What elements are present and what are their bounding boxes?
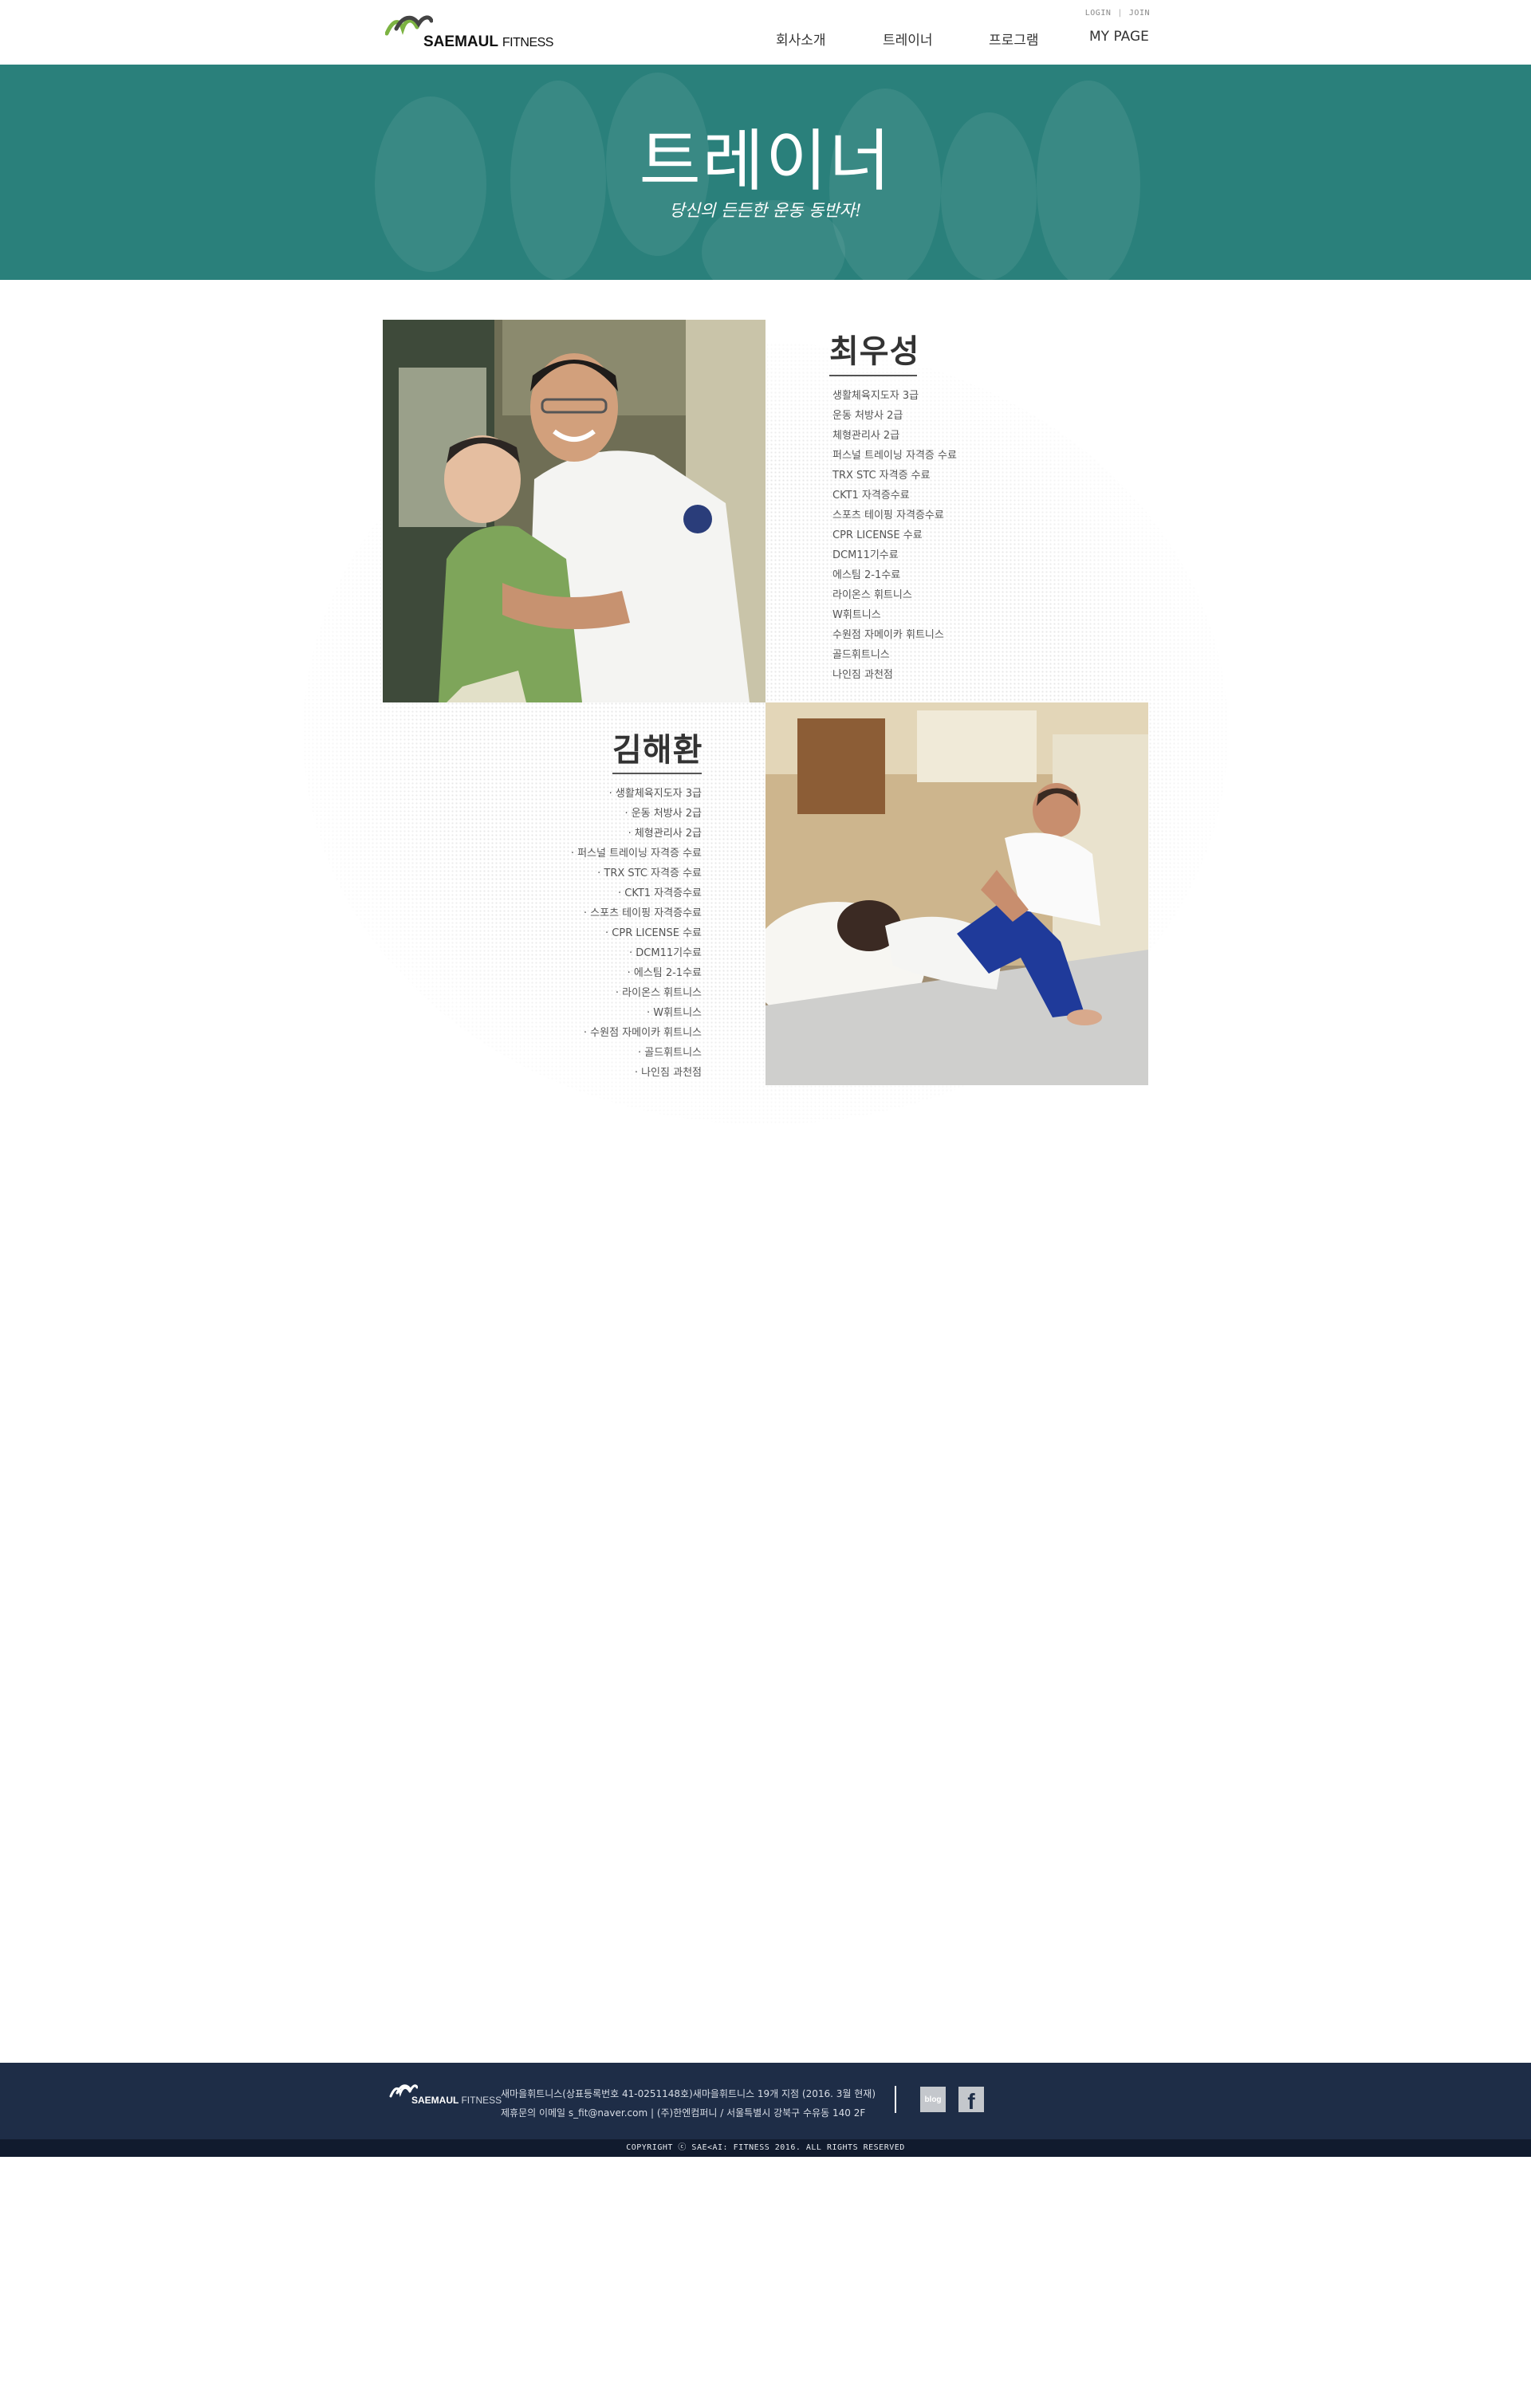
cert-item: · 스포츠 테이핑 자격증수료 xyxy=(583,907,702,919)
cert-item: · CKT1 자격증수료 xyxy=(617,887,702,899)
hero-banner: 트레이너 당신의 든든한 운동 동반자! xyxy=(0,65,1531,280)
cert-item: · 퍼스널 트레이닝 자격증 수료 xyxy=(570,848,702,860)
trainer-cert-list: 생활체육지도자 3급 운동 처방사 2급 체형관리사 2급 퍼스널 트레이닝 자… xyxy=(832,386,957,685)
cert-item: CPR LICENSE 수료 xyxy=(832,529,923,541)
cert-item: · 에스팀 2-1수료 xyxy=(627,967,702,979)
trainer-name: 김해환 xyxy=(612,732,703,769)
cert-item: · 골드휘트니스 xyxy=(637,1047,702,1059)
cert-item: 에스팀 2-1수료 xyxy=(832,569,901,581)
cert-item: · 나인짐 과천점 xyxy=(634,1067,702,1079)
cert-item: · 체형관리사 2급 xyxy=(628,828,702,840)
cert-item: 체형관리사 2급 xyxy=(832,430,900,442)
footer-info-line: 제휴문의 이메일 s_fit@naver.com | (주)한엔컴퍼니 / 서울… xyxy=(501,2107,866,2119)
cert-item: · CPR LICENSE 수료 xyxy=(605,927,702,939)
footer-info: 새마을휘트니스(상표등록번호 41-0251148호)새마을휘트니스 19개 지… xyxy=(501,2084,876,2123)
trainer-photo-choi xyxy=(383,320,766,702)
nav-item-trainer[interactable]: 트레이너 xyxy=(883,29,933,49)
footer-logo-suffix: FITNESS xyxy=(461,2095,502,2106)
cert-item: 퍼스널 트레이닝 자격증 수료 xyxy=(832,450,957,462)
trainer-name: 최우성 xyxy=(829,333,920,370)
cert-item: · 라이온스 휘트니스 xyxy=(615,987,702,999)
utility-links: LOGIN | JOIN xyxy=(1085,9,1150,18)
cert-item: · DCM11기수료 xyxy=(629,947,702,959)
page-title: 트레이너 xyxy=(639,122,892,200)
cert-item: 운동 처방사 2급 xyxy=(832,410,903,422)
main-nav: 회사소개 트레이너 프로그램 MY PAGE xyxy=(0,29,1531,49)
facebook-icon[interactable]: f xyxy=(958,2087,984,2114)
cert-item: · 생활체육지도자 3급 xyxy=(608,788,702,800)
util-separator: | xyxy=(1117,9,1123,18)
cert-item: DCM11기수료 xyxy=(832,549,899,561)
trainer-name-underline xyxy=(829,375,917,376)
cert-item: 라이온스 휘트니스 xyxy=(832,589,912,601)
trainer-name-underline xyxy=(612,773,702,774)
footer-logo[interactable]: SAEMAUL FITNESS xyxy=(389,2082,502,2106)
footer-divider xyxy=(895,2086,896,2113)
cert-item: CKT1 자격증수료 xyxy=(832,490,910,502)
nav-item-mypage[interactable]: MY PAGE xyxy=(1089,29,1149,45)
footer-logo-brand: SAEMAUL xyxy=(411,2095,459,2106)
site-footer: SAEMAUL FITNESS 새마을휘트니스(상표등록번호 41-025114… xyxy=(0,2063,1531,2139)
copyright: COPYRIGHT ⓒ SAE<AI: FITNESS 2016. ALL RI… xyxy=(0,2139,1531,2157)
trainer-cert-list: · 생활체육지도자 3급 · 운동 처방사 2급 · 체형관리사 2급 · 퍼스… xyxy=(478,784,702,1083)
cert-item: 수원점 자메이카 휘트니스 xyxy=(832,629,944,641)
cert-item: · W휘트니스 xyxy=(647,1007,702,1019)
cert-item: 생활체육지도자 3급 xyxy=(832,390,919,402)
site-header: SAEMAUL FITNESS LOGIN | JOIN 회사소개 트레이너 프로그… xyxy=(0,0,1531,65)
cert-item: 골드휘트니스 xyxy=(832,649,890,661)
cert-item: · 운동 처방사 2급 xyxy=(624,808,702,820)
page-subtitle: 당신의 든든한 운동 동반자! xyxy=(669,201,862,220)
cert-item: TRX STC 자격증 수료 xyxy=(832,470,931,482)
cert-item: 스포츠 테이핑 자격증수료 xyxy=(832,510,944,521)
cert-item: · TRX STC 자격증 수료 xyxy=(597,868,702,879)
join-link[interactable]: JOIN xyxy=(1129,9,1150,18)
trainer-photo-kim xyxy=(766,702,1148,1085)
nav-item-program[interactable]: 프로그램 xyxy=(989,29,1039,49)
login-link[interactable]: LOGIN xyxy=(1085,9,1112,18)
cert-item: · 수원점 자메이카 휘트니스 xyxy=(583,1027,702,1039)
cert-item: W휘트니스 xyxy=(832,609,881,621)
blog-icon[interactable]: blog xyxy=(920,2087,946,2112)
footer-info-line: 새마을휘트니스(상표등록번호 41-0251148호)새마을휘트니스 19개 지… xyxy=(501,2088,876,2099)
footer-logo-wordmark: SAEMAUL FITNESS xyxy=(411,2095,502,2106)
nav-item-company[interactable]: 회사소개 xyxy=(776,29,826,49)
cert-item: 나인짐 과천점 xyxy=(832,669,893,681)
